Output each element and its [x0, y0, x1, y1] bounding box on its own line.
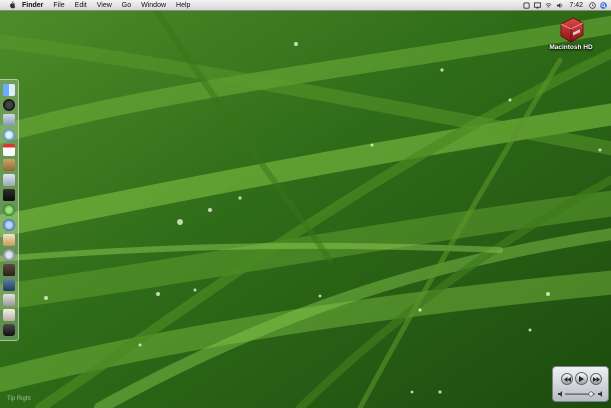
rewind-icon: [563, 376, 571, 382]
address-book-icon[interactable]: [3, 159, 15, 171]
play-button[interactable]: [575, 372, 588, 385]
display-icon[interactable]: [534, 2, 542, 9]
menu-file[interactable]: File: [53, 2, 64, 9]
desktop-wallpaper: [0, 0, 611, 408]
volume-slider[interactable]: [558, 391, 604, 397]
volume-icon[interactable]: [556, 2, 563, 9]
spotlight-icon[interactable]: [600, 2, 607, 9]
corner-hint: Tip Right: [7, 396, 31, 402]
dashboard-icon[interactable]: [3, 99, 15, 111]
dock: [0, 79, 19, 341]
trash-icon[interactable]: [3, 324, 15, 336]
menu-extras: 7:42: [523, 0, 607, 11]
ical-icon[interactable]: [3, 144, 15, 156]
fast-forward-button[interactable]: [590, 373, 602, 385]
rewind-button[interactable]: [561, 373, 573, 385]
fast-forward-icon: [592, 376, 600, 382]
safari-icon[interactable]: [3, 129, 15, 141]
iphoto-icon[interactable]: [3, 189, 15, 201]
chess-icon[interactable]: [3, 264, 15, 276]
textedit-icon[interactable]: [3, 234, 15, 246]
desktop-item-label: Macintosh HD: [549, 44, 593, 51]
finder-icon[interactable]: [3, 84, 15, 96]
downloads-stack-icon[interactable]: [3, 309, 15, 321]
itunes-icon[interactable]: [3, 174, 15, 186]
airport-icon[interactable]: [545, 2, 552, 9]
menu-edit[interactable]: Edit: [75, 2, 87, 9]
clock-icon[interactable]: [589, 2, 596, 9]
hard-drive-icon: [560, 17, 584, 43]
menu-clock[interactable]: 7:42: [569, 2, 583, 9]
menu-go[interactable]: Go: [122, 2, 131, 9]
quicktime-icon[interactable]: [3, 294, 15, 306]
menu-help[interactable]: Help: [176, 2, 190, 9]
menu-view[interactable]: View: [97, 2, 112, 9]
sync-icon[interactable]: [523, 2, 530, 9]
system-preferences-icon[interactable]: [3, 219, 15, 231]
desktop-item-macintosh-hd[interactable]: Macintosh HD: [546, 16, 596, 51]
menu-bar: Finder File Edit View Go Window Help 7:4…: [0, 0, 611, 11]
preview-icon[interactable]: [3, 204, 15, 216]
menu-finder[interactable]: Finder: [22, 2, 43, 9]
terminal-icon[interactable]: [3, 249, 15, 261]
media-controller: [552, 366, 609, 402]
apple-menu-icon[interactable]: [8, 1, 16, 9]
dvd-player-icon[interactable]: [3, 279, 15, 291]
mail-icon[interactable]: [3, 114, 15, 126]
play-icon: [579, 375, 584, 382]
menu-window[interactable]: Window: [141, 2, 166, 9]
